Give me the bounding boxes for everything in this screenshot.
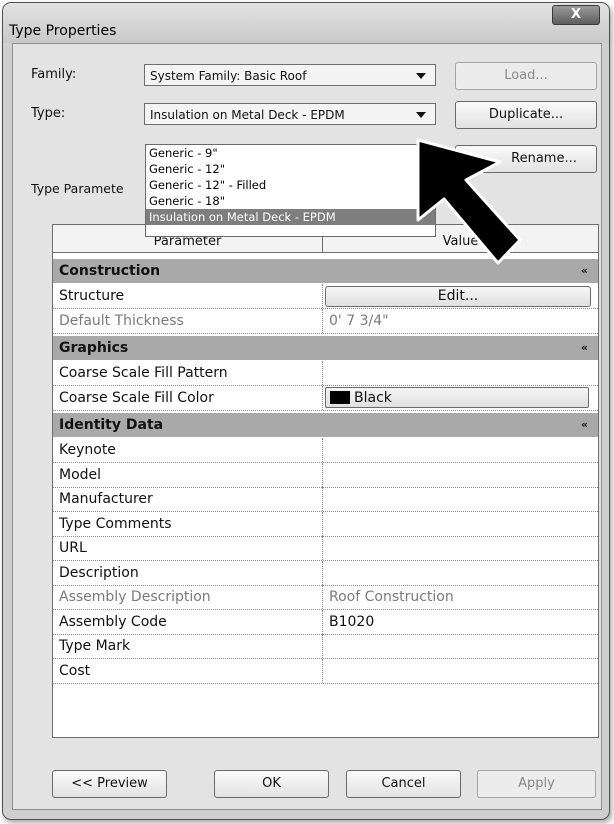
param-row-assembly-code[interactable]: Assembly Code B1020 — [53, 610, 598, 635]
group-graphics[interactable]: Graphics « — [53, 336, 598, 360]
param-value[interactable] — [323, 438, 598, 462]
group-graphics-label: Graphics — [59, 340, 129, 356]
type-parameters-label: Type Paramete — [31, 181, 124, 196]
param-value-cell: Edit... — [323, 284, 598, 308]
param-value[interactable] — [323, 536, 598, 560]
rename-button[interactable]: Rename... — [455, 145, 597, 173]
param-value[interactable] — [323, 463, 598, 487]
param-value[interactable] — [323, 487, 598, 511]
rename-button-label: Rename... — [511, 151, 577, 166]
collapse-icon[interactable]: « — [581, 413, 588, 437]
group-identity-data[interactable]: Identity Data « — [53, 413, 598, 437]
close-icon: X — [570, 7, 582, 22]
type-label: Type: — [31, 106, 66, 121]
param-row-url[interactable]: URL — [53, 536, 598, 561]
group-construction-label: Construction — [59, 263, 161, 279]
param-value: 0' 7 3/4" — [329, 313, 389, 329]
dialog-body: Family: System Family: Basic Roof Load..… — [12, 43, 602, 810]
structure-edit-button[interactable]: Edit... — [325, 286, 591, 307]
color-swatch — [330, 391, 350, 404]
duplicate-button[interactable]: Duplicate... — [455, 101, 597, 129]
param-row-type-mark[interactable]: Type Mark — [53, 634, 598, 659]
group-construction[interactable]: Construction « — [53, 259, 598, 283]
param-row-coarse-scale-fill-pattern[interactable]: Coarse Scale Fill Pattern — [53, 361, 598, 386]
collapse-icon[interactable]: « — [581, 259, 588, 283]
param-name: Model — [53, 463, 323, 487]
param-value[interactable]: B1020 — [323, 610, 598, 634]
family-label: Family: — [31, 67, 77, 82]
param-name: Coarse Scale Fill Color — [53, 386, 323, 410]
fill-color-button[interactable]: Black — [325, 387, 589, 408]
load-button[interactable]: Load... — [455, 62, 597, 90]
dropdown-option[interactable]: Generic - 9" — [146, 145, 435, 161]
param-value[interactable] — [323, 512, 598, 536]
param-row-model[interactable]: Model — [53, 463, 598, 488]
type-select-value: Insulation on Metal Deck - EPDM — [150, 108, 345, 122]
param-row-coarse-scale-fill-color[interactable]: Coarse Scale Fill Color Black — [53, 386, 598, 411]
param-value[interactable] — [323, 659, 598, 683]
param-row-type-comments[interactable]: Type Comments — [53, 512, 598, 537]
param-name: Description — [53, 561, 323, 585]
chevron-down-icon — [416, 73, 426, 79]
type-dropdown-list: Generic - 9" Generic - 12" Generic - 12"… — [145, 144, 436, 237]
family-select[interactable]: System Family: Basic Roof — [144, 64, 436, 86]
family-select-value: System Family: Basic Roof — [150, 69, 307, 83]
param-value[interactable] — [323, 561, 598, 585]
preview-button[interactable]: << Preview — [52, 770, 167, 798]
param-name: Structure — [53, 284, 323, 308]
param-value[interactable] — [323, 361, 598, 385]
param-name: URL — [53, 536, 323, 560]
param-name: Coarse Scale Fill Pattern — [53, 361, 323, 385]
dropdown-option[interactable]: Generic - 12" — [146, 161, 435, 177]
param-name: Default Thickness — [53, 309, 323, 333]
type-parameters-grid: Parameter Value Construction « Structure… — [52, 224, 599, 738]
param-row-keynote[interactable]: Keynote — [53, 438, 598, 463]
param-row-cost[interactable]: Cost — [53, 659, 598, 684]
group-identity-data-label: Identity Data — [59, 417, 164, 433]
chevron-down-icon — [416, 112, 426, 118]
dropdown-option[interactable]: Generic - 12" - Filled — [146, 177, 435, 193]
param-name: Cost — [53, 659, 323, 683]
type-properties-dialog: Type Properties X Family: System Family:… — [2, 2, 610, 820]
param-row-structure[interactable]: Structure Edit... — [53, 284, 598, 309]
dropdown-option-selected[interactable]: Insulation on Metal Deck - EPDM — [146, 209, 435, 225]
param-name: Manufacturer — [53, 487, 323, 511]
param-row-manufacturer[interactable]: Manufacturer — [53, 487, 598, 512]
param-value: Roof Construction — [329, 589, 454, 605]
type-select[interactable]: Insulation on Metal Deck - EPDM — [144, 103, 436, 125]
param-name: Type Mark — [53, 634, 323, 658]
param-name: Assembly Code — [53, 610, 323, 634]
param-value[interactable] — [323, 634, 598, 658]
window-title: Type Properties — [9, 23, 117, 39]
param-name: Type Comments — [53, 512, 323, 536]
param-value-cell: Black — [323, 386, 598, 410]
close-button[interactable]: X — [552, 5, 600, 25]
cancel-button[interactable]: Cancel — [346, 770, 461, 798]
dropdown-option[interactable]: Generic - 18" — [146, 193, 435, 209]
param-row-default-thickness: Default Thickness 0' 7 3/4" — [53, 309, 598, 334]
param-row-assembly-description: Assembly Description Roof Construction — [53, 585, 598, 610]
param-name: Keynote — [53, 438, 323, 462]
collapse-icon[interactable]: « — [581, 336, 588, 360]
color-name: Black — [354, 390, 392, 406]
param-row-description[interactable]: Description — [53, 561, 598, 586]
param-name: Assembly Description — [53, 585, 323, 609]
title-bar: Type Properties X — [3, 3, 609, 43]
apply-button[interactable]: Apply — [477, 770, 596, 798]
ok-button[interactable]: OK — [214, 770, 329, 798]
